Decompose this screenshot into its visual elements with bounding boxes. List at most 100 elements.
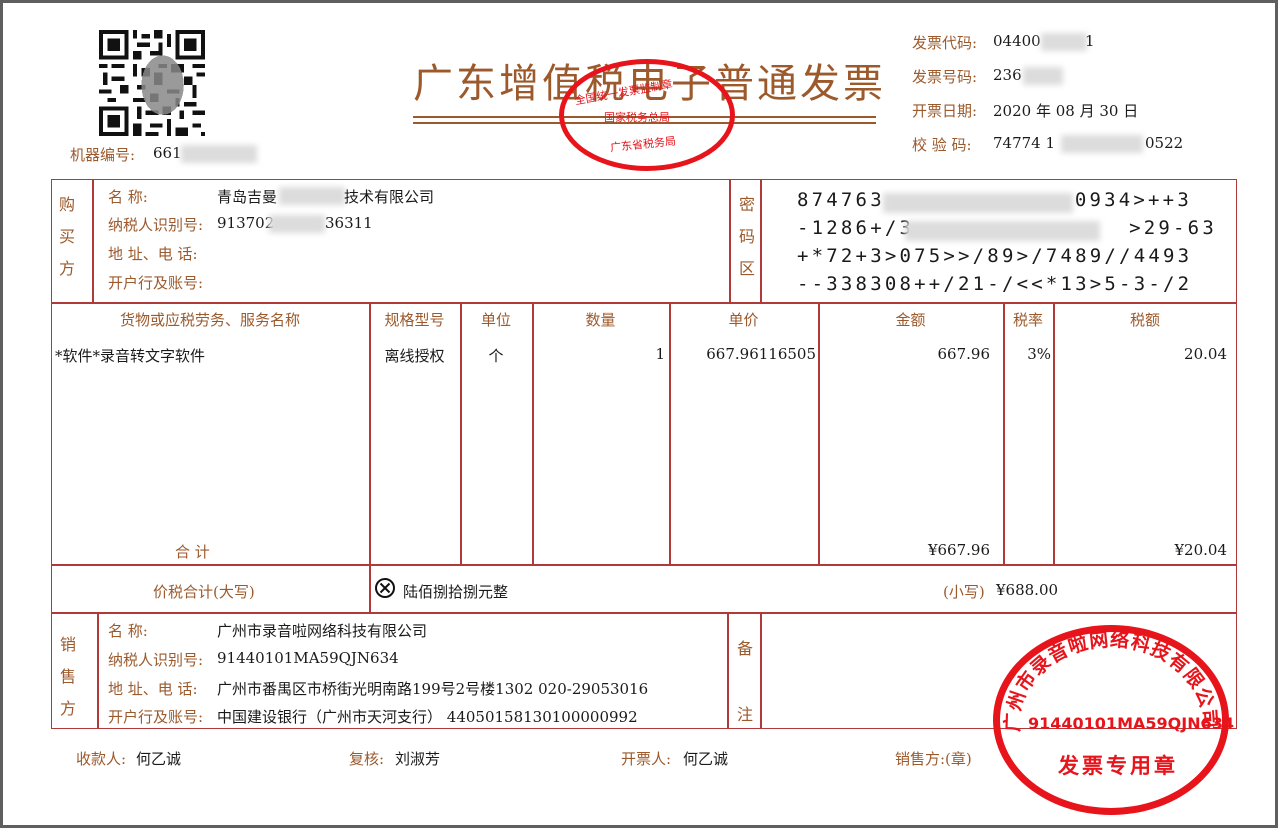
cipher-line: --338308++/21-/<<*13>5-3-/2: [797, 273, 1193, 295]
issuer-label: 开票人:: [621, 750, 672, 768]
total-tax: ¥20.04: [1174, 541, 1228, 559]
buyer-name-tail: 技术有限公司: [344, 188, 435, 206]
payee-value: 何乙诚: [136, 750, 182, 768]
item-qty: 1: [655, 345, 665, 363]
invoice-number-value: 236: [993, 66, 1022, 84]
payee-label: 收款人:: [76, 750, 127, 768]
buyer-name-head: 青岛吉曼: [217, 188, 278, 206]
tax-bureau-stamp: 全国统一发票监制章 国家税务总局 广东省税务局: [559, 59, 735, 171]
redaction-mask: [181, 145, 257, 163]
grand-total-label: 价税合计(大写): [153, 583, 255, 601]
column-header-tax: 税额: [1129, 311, 1160, 329]
divider: [460, 302, 462, 566]
item-rate: 3%: [1027, 345, 1051, 363]
issue-date-label: 开票日期:: [912, 102, 978, 120]
redaction-mask: [883, 193, 1073, 213]
qr-code-icon: [99, 30, 205, 136]
invoice-code-tail: 1: [1085, 32, 1095, 50]
buyer-section-label: 购买方: [58, 195, 75, 278]
invoice-page: 机器编号: 661 广东增值税电子普通发票 全国统一发票监制章 国家税务总局 广…: [3, 3, 1275, 825]
divider: [369, 302, 371, 566]
issue-date-value: 2020 年 08 月 30 日: [993, 102, 1139, 120]
check-code-head: 74774 1: [993, 134, 1056, 152]
grand-total-small-value: ¥688.00: [996, 581, 1059, 599]
column-header-rate: 税率: [1012, 311, 1043, 329]
divider: [1003, 302, 1005, 566]
divider: [727, 612, 729, 729]
seller-taxid-label: 纳税人识别号:: [108, 651, 204, 669]
invoice-code-value: 04400: [993, 32, 1041, 50]
item-spec: 离线授权: [384, 347, 445, 365]
divider: [51, 302, 1237, 304]
divider: [97, 612, 99, 729]
divider: [669, 302, 671, 566]
buyer-address-label: 地 址、电 话:: [108, 245, 198, 263]
machine-number-value: 661: [153, 144, 182, 162]
item-unit: 个: [488, 347, 504, 365]
seller-taxid: 91440101MA59QJN634: [217, 649, 399, 667]
seller-invoice-stamp: 广州市录音啦网络科技有限公司 91440101MA59QJN634 发票专用章: [993, 625, 1234, 815]
buyer-bank-label: 开户行及账号:: [108, 274, 204, 292]
stamp-text: 广东省税务局: [609, 134, 677, 155]
issuer-value: 何乙诚: [683, 750, 729, 768]
seller-bank: 中国建设银行（广州市天河支行） 44050158130100000992: [217, 708, 638, 726]
column-header-qty: 数量: [585, 311, 616, 329]
buyer-taxid-tail: 36311: [325, 214, 373, 232]
cipher-section-label: 密码区: [738, 195, 755, 278]
redaction-mask: [1023, 67, 1063, 85]
grand-total-small-label: (小写): [943, 583, 985, 601]
redaction-mask: [1061, 135, 1143, 153]
total-amount: ¥667.96: [927, 541, 990, 559]
divider: [92, 179, 94, 303]
reviewer-label: 复核:: [349, 750, 385, 768]
total-label: 合 计: [175, 543, 210, 561]
buyer-taxid-head: 913702: [217, 214, 275, 232]
column-header-spec: 规格型号: [384, 311, 445, 329]
buyer-taxid-label: 纳税人识别号:: [108, 216, 204, 234]
column-header-unit: 单位: [480, 311, 511, 329]
item-amount: 667.96: [937, 345, 991, 363]
redaction-mask: [905, 221, 1100, 241]
seller-address: 广州市番禺区市桥街光明南路199号2号楼1302 020-29053016: [217, 680, 649, 698]
seller-section-label: 销售方: [59, 635, 76, 718]
redaction-mask: [1041, 33, 1087, 51]
item-name: *软件*录音转文字软件: [55, 347, 206, 365]
stamp-text: 国家税务总局: [604, 111, 670, 124]
invoice-code-label: 发票代码:: [912, 34, 978, 52]
remarks-label-2: 注: [737, 705, 754, 724]
divider: [729, 179, 731, 303]
cipher-line: +*72+3>075>>/89>/7489//4493: [797, 245, 1193, 267]
remarks-label-1: 备: [737, 639, 754, 658]
reviewer-value: 刘淑芳: [395, 750, 441, 768]
item-tax: 20.04: [1184, 345, 1227, 363]
redaction-mask: [279, 187, 345, 205]
stamp-caption: 发票专用章: [1058, 753, 1178, 778]
buyer-name-label: 名 称:: [108, 188, 148, 206]
seller-seal-label: 销售方:(章): [895, 750, 972, 768]
divider: [51, 612, 1237, 614]
seller-name-label: 名 称:: [108, 622, 148, 640]
cross-circle-icon: [375, 578, 395, 598]
divider: [760, 612, 762, 729]
check-code-tail: 0522: [1145, 134, 1184, 152]
column-header-price: 单价: [728, 311, 759, 329]
machine-number-label: 机器编号:: [70, 146, 136, 164]
seller-address-label: 地 址、电 话:: [108, 680, 198, 698]
divider: [51, 564, 1237, 566]
qr-redaction: [141, 55, 184, 115]
item-price: 667.96116505: [706, 345, 816, 363]
divider: [1053, 302, 1055, 566]
stamp-text: 全国统一发票监制章: [573, 77, 674, 108]
seller-name: 广州市录音啦网络科技有限公司: [217, 622, 428, 640]
column-header-name: 货物或应税劳务、服务名称: [119, 311, 300, 329]
seller-bank-label: 开户行及账号:: [108, 708, 204, 726]
invoice-number-label: 发票号码:: [912, 68, 978, 86]
divider: [532, 302, 534, 566]
column-header-amount: 金额: [895, 311, 926, 329]
check-code-label: 校 验 码:: [912, 136, 972, 154]
divider: [369, 564, 371, 613]
divider: [818, 302, 820, 566]
stamp-taxid: 91440101MA59QJN634: [1028, 714, 1234, 733]
redaction-mask: [269, 215, 325, 233]
grand-total-words: 陆佰捌拾捌元整: [403, 583, 509, 601]
